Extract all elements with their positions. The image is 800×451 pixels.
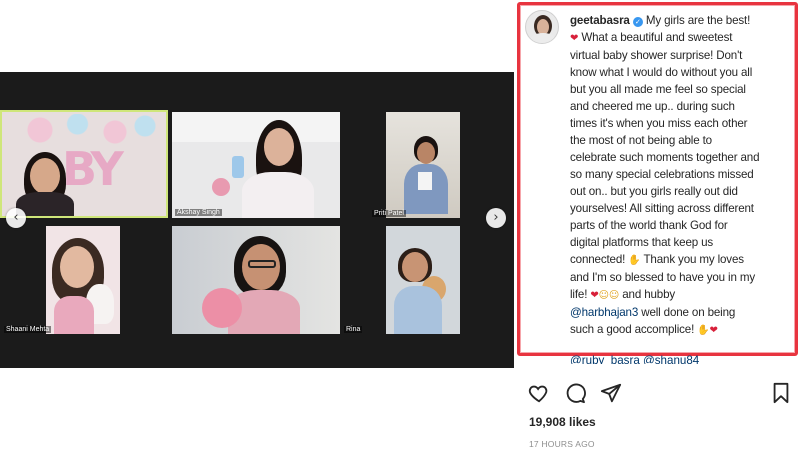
smile-emoji-icon: ☺ [608, 290, 620, 301]
caption-line: the most of not being able to [570, 134, 712, 147]
video-tile-5 [172, 226, 340, 334]
video-tile-3 [386, 112, 460, 218]
caption-line: such a good accomplice! [570, 323, 695, 336]
bookmark-icon[interactable] [770, 382, 792, 404]
caption-line: and hubby [622, 288, 676, 301]
caption-line: What a beautiful and sweetest [581, 31, 733, 44]
video-tile-6 [386, 226, 460, 334]
caption-line: out on.. but you girls really out did [570, 185, 738, 198]
caption-line: parts of the world thank God for [570, 219, 728, 232]
caption-line: times it's when you miss each other [570, 117, 748, 130]
caption-line: life! [570, 288, 588, 301]
avatar[interactable] [525, 10, 559, 44]
caption-line: digital platforms that keep us [570, 236, 714, 249]
participant-name: Shaani Mehta [4, 326, 52, 333]
caption-line: but you all made me feel so special [570, 83, 746, 96]
heart-emoji-icon: ❤ [570, 33, 579, 44]
video-tile-4 [46, 226, 120, 334]
video-tile-1: BY [0, 110, 168, 218]
clap-emoji-icon: ✋ [697, 325, 710, 336]
caption-line: connected! [570, 253, 626, 266]
participant-name: Rina [344, 326, 363, 333]
post-caption: geetabasra ✓ My girls are the best! ❤ Wh… [570, 12, 794, 339]
mention-link[interactable]: @harbhajan3 [570, 306, 638, 319]
video-tile-2: Akshay Singh [172, 112, 340, 218]
post-media[interactable]: BY Akshay Singh Priti Patel Shaani Mehta [0, 72, 514, 368]
participant-name: Akshay Singh [175, 209, 222, 216]
caption-line: virtual baby shower surprise! Don't [570, 49, 743, 62]
likes-count[interactable]: 19,908 likes [529, 415, 596, 429]
smile-emoji-icon: ☺ [598, 290, 609, 301]
chevron-right-icon[interactable]: › [486, 208, 506, 228]
caption-line: well done on being [641, 306, 736, 319]
caption-line: Thank you my loves [643, 253, 745, 266]
share-icon[interactable] [600, 382, 622, 404]
folded-hands-emoji-icon: ✋ [628, 255, 641, 266]
caption-line: celebrate such moments together and [570, 151, 760, 164]
caption-line: and I'm so blessed to have you in my [570, 271, 755, 284]
comment-icon[interactable] [564, 382, 586, 404]
participant-name: Priti Patel [372, 210, 406, 217]
heart-emoji-icon: ❤ [709, 325, 718, 336]
heart-icon[interactable] [528, 382, 550, 404]
caption-line: and cheered me up.. during such [570, 100, 735, 113]
caption-text: My girls are the best! [645, 14, 751, 27]
caption-mentions-overflow[interactable]: @ruby_basra @shanu84 [570, 352, 794, 364]
username-link[interactable]: geetabasra [570, 14, 630, 27]
heart-emoji-icon: ❤ [590, 290, 599, 301]
verified-badge-icon: ✓ [632, 17, 643, 27]
caption-line: yourselves! All sitting across different [570, 202, 754, 215]
caption-line: so many special celebrations missed [570, 168, 754, 181]
chevron-left-icon[interactable]: ‹ [6, 208, 26, 228]
caption-line: know what I would do without you all [570, 66, 753, 79]
post-timestamp: 17 HOURS AGO [529, 439, 595, 449]
